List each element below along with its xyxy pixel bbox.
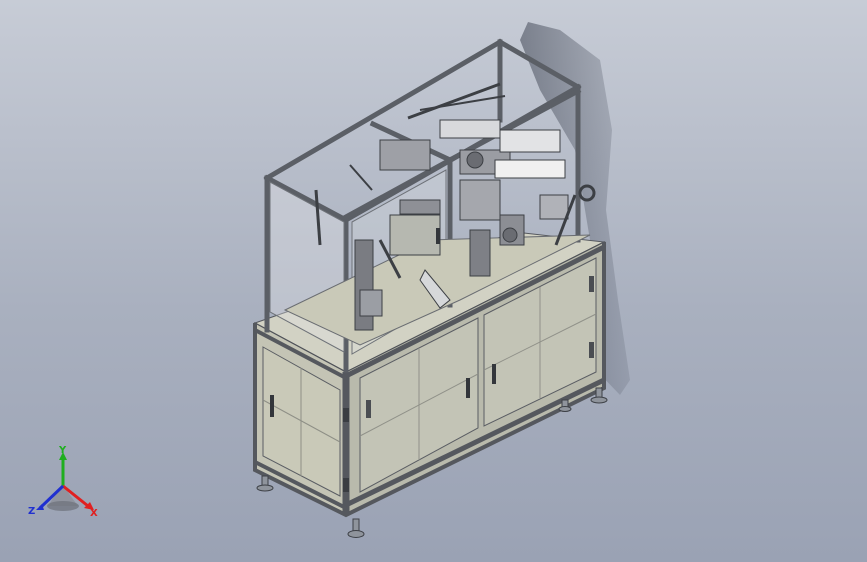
- hinge-5: [343, 478, 349, 492]
- triad-x-label: X: [90, 508, 98, 519]
- front-door-right-handle[interactable]: [492, 364, 496, 384]
- triad-z-label: Z: [28, 506, 35, 517]
- left-door-handle[interactable]: [270, 395, 274, 417]
- coordinate-triad: Y X Z: [28, 446, 98, 519]
- hinge-1: [366, 400, 371, 418]
- hinge-4: [343, 408, 349, 422]
- machine-model[interactable]: [0, 0, 867, 562]
- hinge-2: [589, 276, 594, 292]
- front-door-left-handle[interactable]: [466, 378, 470, 398]
- hinge-3: [589, 342, 594, 358]
- graphics-viewport[interactable]: Y X Z: [0, 0, 867, 562]
- triad-y-label: Y: [58, 446, 67, 456]
- glass-door-handle[interactable]: [436, 228, 440, 244]
